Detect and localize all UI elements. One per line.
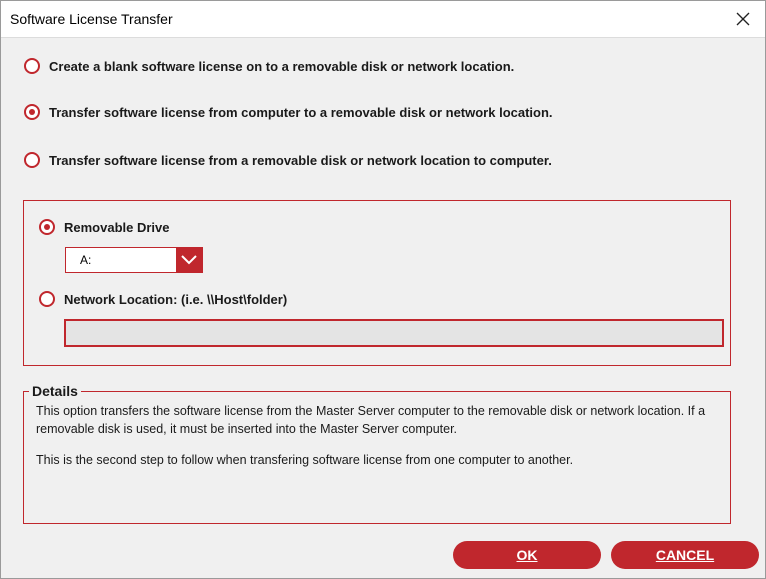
option-transfer-to-computer[interactable]: Transfer software license from a removab… xyxy=(24,152,552,168)
option-create-blank[interactable]: Create a blank software license on to a … xyxy=(24,58,514,74)
window-title: Software License Transfer xyxy=(10,11,173,27)
network-location-label: Network Location: (i.e. \\Host\folder) xyxy=(64,291,288,307)
option-transfer-to-computer-label: Transfer software license from a removab… xyxy=(49,152,552,168)
drive-select[interactable]: A: xyxy=(65,247,203,273)
title-bar: Software License Transfer xyxy=(1,1,765,38)
cancel-button[interactable]: CANCEL xyxy=(611,541,759,569)
dialog-window: Software License Transfer Create a blank… xyxy=(0,0,766,579)
details-text: This option transfers the software licen… xyxy=(36,402,724,469)
radio-transfer-to-disk[interactable] xyxy=(24,104,40,120)
network-location-input[interactable] xyxy=(64,319,724,347)
details-paragraph: This option transfers the software licen… xyxy=(36,404,706,436)
removable-drive-label: Removable Drive xyxy=(64,219,170,235)
radio-network-location[interactable] xyxy=(39,291,55,307)
close-icon xyxy=(736,12,750,26)
option-removable-drive[interactable]: Removable Drive xyxy=(39,219,170,235)
radio-removable-drive[interactable] xyxy=(39,219,55,235)
drive-select-value: A: xyxy=(80,253,92,267)
option-create-blank-label: Create a blank software license on to a … xyxy=(49,58,515,74)
option-transfer-to-disk[interactable]: Transfer software license from computer … xyxy=(24,104,553,120)
chevron-down-icon xyxy=(181,255,197,265)
radio-create-blank[interactable] xyxy=(24,58,40,74)
option-network-location[interactable]: Network Location: (i.e. \\Host\folder) xyxy=(39,291,287,307)
ok-button[interactable]: OK xyxy=(453,541,601,569)
details-paragraph: This is the second step to follow when t… xyxy=(36,453,574,467)
radio-transfer-to-computer[interactable] xyxy=(24,152,40,168)
option-transfer-to-disk-label: Transfer software license from computer … xyxy=(49,104,553,120)
close-button[interactable] xyxy=(721,1,765,37)
drive-select-arrow[interactable] xyxy=(176,248,202,272)
details-legend: Details xyxy=(29,383,81,399)
